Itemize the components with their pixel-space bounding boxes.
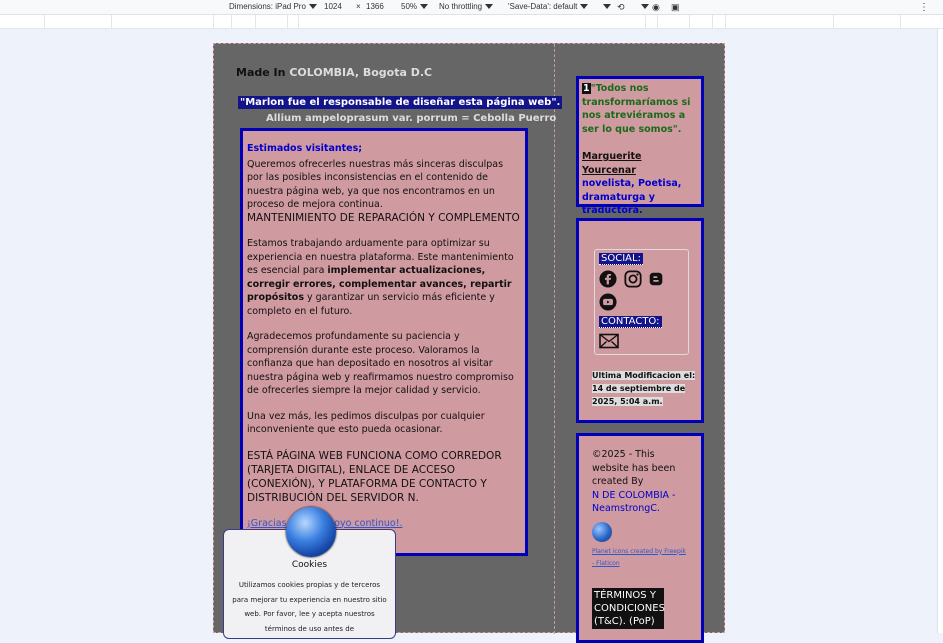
chevron-down-icon — [485, 4, 494, 10]
last-modified-time: 2025, 5:04 a.m. — [592, 397, 663, 406]
more-options-arrow[interactable] — [600, 2, 611, 11]
last-modified-label: Ultima Modificacion el: — [592, 371, 696, 380]
social-box: SOCIAL: CONTACTO: Ultima Modificacion el… — [576, 218, 704, 423]
save-data-label: 'Save-Data': default — [508, 2, 578, 11]
zoom-label: 50% — [401, 2, 418, 11]
screenshot-icon[interactable]: ▣ — [671, 2, 680, 13]
notice-greeting: Estimados visitantes; — [247, 143, 363, 154]
notice-purpose: ESTÁ PÁGINA WEB FUNCIONA COMO CORREDOR (… — [247, 449, 502, 504]
quote-author[interactable]: Marguerite Yourcenar — [582, 150, 698, 177]
notice-paragraph-4: Una vez más, les pedimos disculpas por c… — [247, 410, 485, 436]
chevron-down-icon — [580, 4, 589, 10]
instagram-icon[interactable] — [624, 270, 642, 288]
throttling-label: No throttling — [439, 2, 483, 11]
height-input[interactable]: 1366 — [366, 2, 384, 11]
flaticon-credit-link[interactable]: Planet icons created by Freepik - Flatic… — [592, 546, 688, 570]
zoom-select[interactable]: 50% — [401, 2, 429, 11]
chevron-down-icon — [308, 4, 317, 10]
chevron-down-icon — [641, 4, 649, 10]
dimensions-label: Dimensions: iPad Pro — [229, 2, 306, 11]
social-panel: SOCIAL: CONTACTO: — [594, 249, 689, 355]
chevron-down-icon — [420, 4, 429, 10]
designer-credit: "Marlon fue el responsable de diseñar es… — [238, 96, 563, 109]
media-query-ruler — [0, 15, 943, 29]
rotate-icon[interactable]: ⟲ — [617, 2, 625, 13]
youtube-icon[interactable] — [599, 293, 617, 311]
cookie-title: Cookies — [291, 560, 328, 570]
cookie-popup: Cookies Utilizamos cookies propias y de … — [223, 507, 396, 639]
throttling-select[interactable]: No throttling — [439, 2, 494, 11]
quote-number: 1 — [582, 83, 591, 94]
copyright-text: ©2025 - This website has been created By — [592, 449, 676, 487]
terms-link[interactable]: TÉRMINOS Y CONDICIONES (T&C). (PoP) — [592, 587, 665, 629]
planet-icon — [592, 521, 612, 542]
width-input[interactable]: 1024 — [324, 2, 342, 11]
column-divider — [554, 44, 555, 634]
last-modified-date: 14 de septiembre de — [592, 384, 686, 393]
footer-box: ©2025 - This website has been created By… — [576, 433, 704, 643]
planet-icon — [286, 507, 336, 557]
options-arrow[interactable] — [638, 2, 649, 11]
made-in-prefix: Made In — [236, 66, 286, 79]
facebook-icon[interactable] — [599, 270, 617, 288]
quote-box: 1"Todos nos transformaríamos si nos atre… — [576, 76, 704, 216]
quote-text: "Todos nos transformaríamos si nos atrev… — [582, 83, 691, 135]
notice-paragraph-2: Estamos trabajando arduamente para optim… — [247, 237, 521, 318]
notice-paragraph-1: Queremos ofrecerles nuestras más sincera… — [247, 158, 504, 211]
cookie-text: Utilizamos cookies propias y de terceros… — [232, 581, 387, 633]
maintenance-notice: Estimados visitantes; Queremos ofrecerle… — [240, 128, 528, 556]
author-link[interactable]: N DE COLOMBIA - NeamstrongC. — [592, 489, 688, 516]
dimensions-select[interactable]: Dimensions: iPad Pro — [229, 2, 317, 11]
eye-icon[interactable]: ◉ — [652, 2, 660, 13]
blogger-icon[interactable] — [649, 272, 663, 286]
notice-heading: MANTENIMIENTO DE REPARACIÓN Y COMPLEMENT… — [247, 211, 520, 224]
allium-caption: Allium ampeloprasum var. porrum = Ceboll… — [266, 113, 557, 124]
made-in-line: Made In COLOMBIA, Bogota D.C — [236, 66, 432, 79]
contact-label: CONTACTO: — [599, 316, 662, 328]
times-sign: × — [356, 2, 361, 11]
devtools-toolbar: Dimensions: iPad Pro 1024 × 1366 50% No … — [0, 0, 943, 15]
notice-paragraph-3: Agradecemos profundamente su paciencia y… — [247, 331, 514, 396]
kebab-menu-icon[interactable]: ⋮ — [919, 2, 929, 13]
last-modified: Ultima Modificacion el: 14 de septiembre… — [592, 369, 696, 408]
chevron-down-icon — [603, 4, 611, 10]
made-in-place: COLOMBIA, Bogota D.C — [289, 66, 433, 79]
mail-icon[interactable] — [599, 333, 619, 349]
devtools-side-strip — [937, 29, 943, 633]
quote-author-desc: novelista, Poetisa, dramaturga y traduct… — [582, 178, 682, 216]
save-data-select[interactable]: 'Save-Data': default — [508, 2, 589, 11]
social-label: SOCIAL: — [599, 253, 643, 265]
